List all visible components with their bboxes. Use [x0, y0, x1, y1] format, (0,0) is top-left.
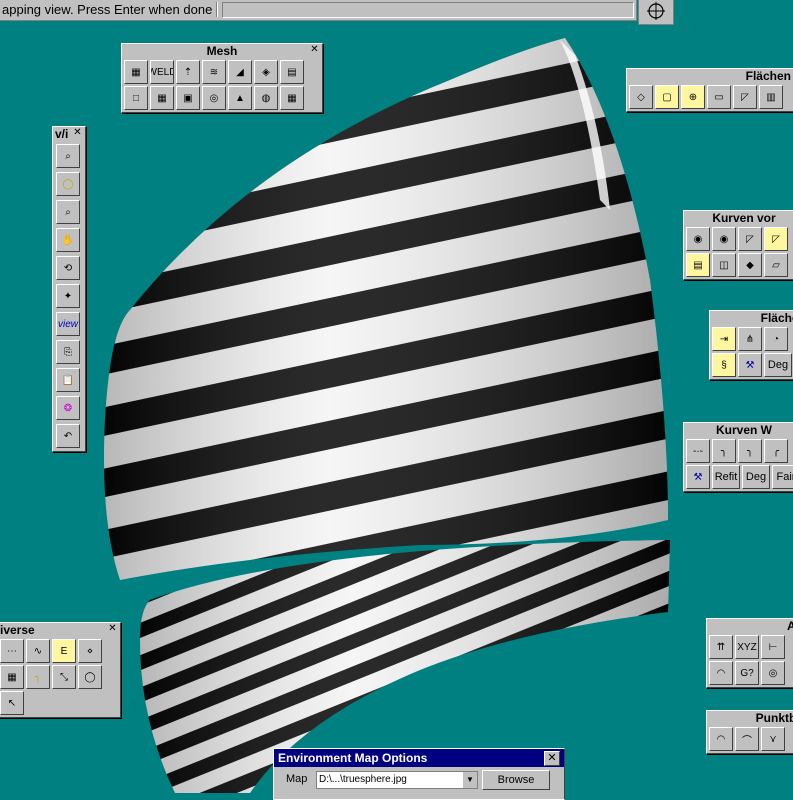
curve-blend-icon[interactable]: ╭ [764, 439, 788, 463]
curve-line-icon[interactable]: -·- [686, 439, 710, 463]
copy-view-icon[interactable]: ⎘ [56, 340, 80, 364]
zoom-icon[interactable]: ◯ [56, 172, 80, 196]
surface-points-icon[interactable]: ◇ [629, 85, 653, 109]
undo-view-icon[interactable]: ↶ [56, 424, 80, 448]
curvature-icon[interactable]: ◠ [709, 661, 733, 685]
palette-title: Punktbe [755, 711, 793, 725]
palette-title: Kurven W [715, 423, 772, 437]
analysis-palette[interactable]: An ⇈ XYZ ⊢ ◠ G? ◎ [706, 618, 793, 688]
curve-edge-icon[interactable]: ◸ [764, 227, 788, 251]
view-palette[interactable]: v/i ✕ ⌕ ◯ ⌕ ✋ ⟲ ✦ view ⎘ 📋 ❂ ↶ [52, 126, 86, 452]
mesh-square-button[interactable]: □ [124, 86, 148, 110]
mesh-box-button[interactable]: ▦ [124, 60, 148, 84]
paste-view-icon[interactable]: 📋 [56, 368, 80, 392]
point-edit-icon[interactable]: ⌒ [735, 727, 759, 751]
curve-project-icon[interactable]: ◫ [712, 253, 736, 277]
map-value: D:\...\truesphere.jpg [319, 774, 407, 785]
curves-palette[interactable]: Kurven vor ◉ ◉ ◸ ◸ ▤ ◫ ◆ ▱ [683, 210, 793, 280]
named-view-button[interactable]: view [56, 312, 80, 336]
chevron-down-icon[interactable]: ▼ [463, 772, 477, 788]
continuity-button[interactable]: G? [735, 661, 759, 685]
curve-fillet-icon[interactable]: ╮ [712, 439, 736, 463]
worker-icon[interactable]: ⚒ [686, 465, 710, 489]
palette-title: Flächen [760, 311, 793, 325]
palette-title: An [787, 619, 793, 633]
arc-icon[interactable]: ╮ [26, 665, 50, 689]
point-edit-palette[interactable]: Punktbe ◠ ⌒ ⋎ [706, 710, 793, 754]
orbit-icon[interactable]: ✦ [56, 284, 80, 308]
surface-edge-icon[interactable]: ▢ [655, 85, 679, 109]
curve-box-icon[interactable]: ▤ [686, 253, 710, 277]
sphere-analysis-icon[interactable]: ◎ [761, 661, 785, 685]
surface-plane-icon[interactable]: ▭ [707, 85, 731, 109]
pan-hand-icon[interactable]: ✋ [56, 228, 80, 252]
palette-title: iverse [0, 623, 35, 637]
scale-icon[interactable]: ⤡ [52, 665, 76, 689]
curve-cylinder2-icon[interactable]: ◉ [712, 227, 736, 251]
palette-title: Kurven vor [712, 211, 776, 225]
curve-iso-icon[interactable]: ▱ [764, 253, 788, 277]
curve-points-icon[interactable]: ∿ [26, 639, 50, 663]
mesh-cube-button[interactable]: ▣ [176, 86, 200, 110]
mesh-surface-button[interactable]: ≋ [202, 60, 226, 84]
curve-fair-button[interactable]: Fair [772, 465, 793, 489]
map-select[interactable]: D:\...\truesphere.jpg ▼ [316, 771, 478, 789]
surface-loft-icon[interactable]: ◸ [733, 85, 757, 109]
length-icon[interactable]: ⊢ [761, 635, 785, 659]
color-wheel-icon[interactable]: ❂ [56, 396, 80, 420]
point-tree-icon[interactable]: ⋎ [761, 727, 785, 751]
surface-extend-icon[interactable]: ⇥ [712, 327, 736, 351]
xyz-button[interactable]: XYZ [735, 635, 759, 659]
mesh-weld-button[interactable]: WELD [150, 60, 174, 84]
palette-title: Mesh [206, 44, 238, 58]
curve-degree-button[interactable]: Deg [742, 465, 770, 489]
browse-button[interactable]: Browse [482, 770, 550, 790]
surface-offset-icon[interactable]: § [712, 353, 736, 377]
close-icon[interactable]: ✕ [544, 751, 560, 766]
mesh-project-button[interactable]: ◢ [228, 60, 252, 84]
mesh-normals-button[interactable]: ⇡ [176, 60, 200, 84]
mesh-patch-button[interactable]: ▤ [280, 60, 304, 84]
measure-points-icon[interactable]: ⇈ [709, 635, 733, 659]
surfaces-palette[interactable]: Flächen ◇ ▢ ⊕ ▭ ◸ ▥ [626, 68, 793, 112]
curve-surface-icon[interactable]: ◸ [738, 227, 762, 251]
surface-extrude-icon[interactable]: ▥ [759, 85, 783, 109]
curve-chamfer-icon[interactable]: ╮ [738, 439, 762, 463]
curve-cylinder-icon[interactable]: ◉ [686, 227, 710, 251]
lasso-icon[interactable]: ◯ [78, 665, 102, 689]
grid-icon[interactable]: ▦ [0, 665, 24, 689]
dialog-title: Environment Map Options [274, 749, 564, 767]
curve-tools-palette[interactable]: Kurven W -·- ╮ ╮ ╭ ⚒ Refit Deg Fair [683, 422, 793, 492]
close-icon[interactable]: ✕ [107, 624, 118, 635]
mesh-plane-button[interactable]: ◈ [254, 60, 278, 84]
surface-fillet-icon[interactable]: ◔ [764, 327, 788, 351]
surface-tools-palette[interactable]: Flächen ⇥ ⋔ ◔ § ⚒ Deg [709, 310, 793, 380]
network-icon[interactable]: ⋄ [78, 639, 102, 663]
extract-icon[interactable]: E [52, 639, 76, 663]
surface-degree-button[interactable]: Deg [764, 353, 792, 377]
curve-refit-button[interactable]: Refit [712, 465, 740, 489]
zoom-dynamic-icon[interactable]: ⌕ [56, 200, 80, 224]
worker-icon[interactable]: ⚒ [738, 353, 762, 377]
curve-section-icon[interactable]: ◆ [738, 253, 762, 277]
mesh-cylinder-button[interactable]: ◎ [202, 86, 226, 110]
rotate-view-icon[interactable]: ⟲ [56, 256, 80, 280]
mesh-sphere-button[interactable]: ◍ [254, 86, 278, 110]
mesh-grid-button[interactable]: ▦ [150, 86, 174, 110]
close-icon[interactable]: ✕ [72, 128, 83, 139]
points-icon[interactable]: ⋯ [0, 639, 24, 663]
surface-blend-icon[interactable]: ⋔ [738, 327, 762, 351]
point-curve-icon[interactable]: ◠ [709, 727, 733, 751]
map-label: Map [286, 773, 308, 785]
select-arrow-icon[interactable]: ↖ [0, 691, 24, 715]
environment-map-dialog[interactable]: Environment Map Options ✕ Map D:\...\tru… [273, 748, 565, 800]
palette-title: Flächen [745, 69, 791, 83]
mesh-table-button[interactable]: ▦ [280, 86, 304, 110]
misc-palette[interactable]: iverse ✕ ⋯ ∿ E ⋄ ▦ ╮ ⤡ ◯ ↖ [0, 622, 121, 718]
close-icon[interactable]: ✕ [309, 45, 320, 56]
surface-network-icon[interactable]: ⊕ [681, 85, 705, 109]
mesh-palette[interactable]: Mesh ✕ ▦ WELD ⇡ ≋ ◢ ◈ ▤ □ ▦ ▣ ◎ ▲ ◍ ▦ [121, 43, 323, 113]
mesh-cone-button[interactable]: ▲ [228, 86, 252, 110]
zoom-window-icon[interactable]: ⌕ [56, 144, 80, 168]
